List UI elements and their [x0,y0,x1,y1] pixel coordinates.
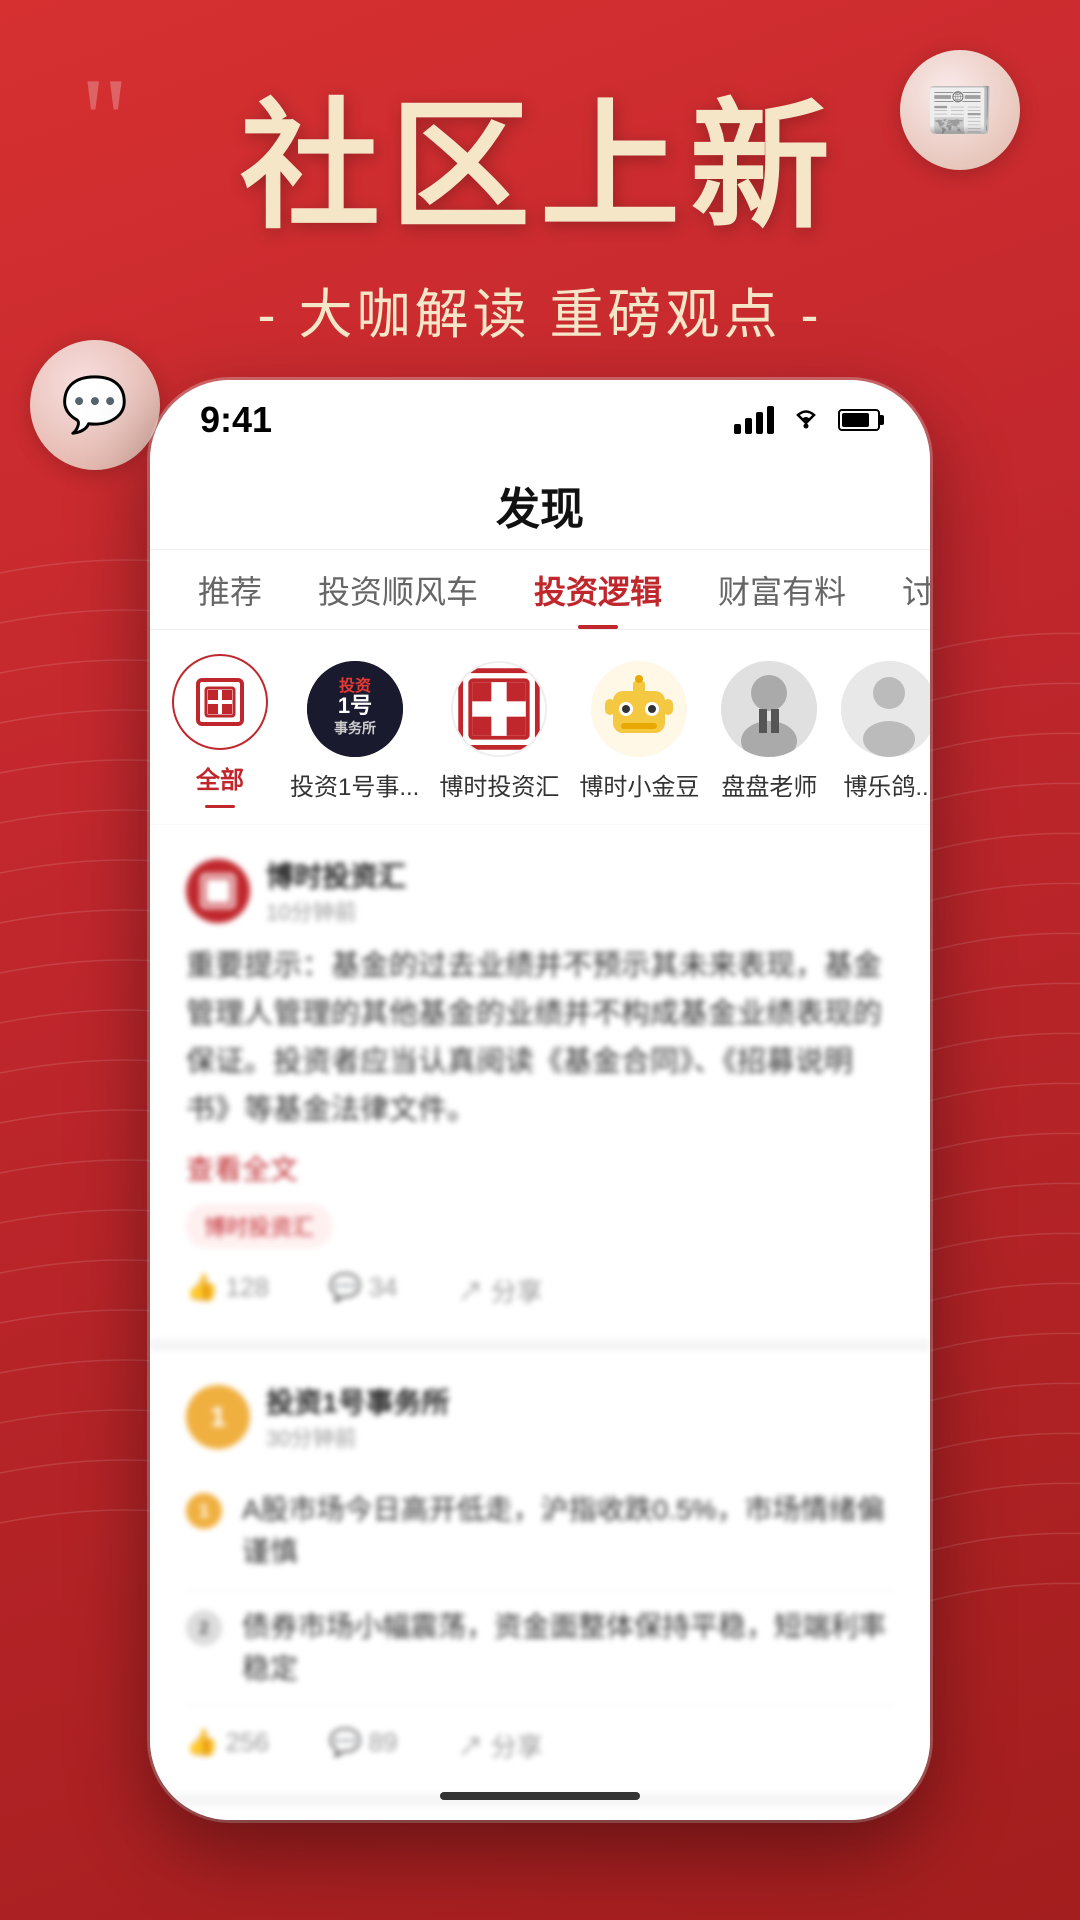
channel-5-label: 博乐鸽... [843,767,930,802]
phone-mockup: 9:41 [150,380,930,1820]
channel-2-avatar [451,661,547,757]
tab-invest-logic[interactable]: 投资逻辑 [506,550,690,629]
channel-2[interactable]: 博时投资汇 [439,661,559,802]
tab-wealth[interactable]: 财富有料 [690,550,874,629]
battery-icon [838,409,880,431]
channel-all[interactable]: 全部 [170,654,270,808]
tab-discuss[interactable]: 讨论 [874,550,930,629]
chat-bubble-glyph: 💬 [61,374,128,437]
channel-3[interactable]: 博时小金豆 [579,661,699,802]
hero-title: 社区上新 [0,90,1080,244]
status-bar: 9:41 [150,380,930,460]
channel-4-avatar [721,661,817,757]
svg-text:1号: 1号 [338,693,372,718]
status-time: 9:41 [200,399,272,441]
channel-4-label: 盘盘老师 [721,767,817,802]
channel-all-label: 全部 [196,760,244,795]
channel-5[interactable]: 博乐鸽... [839,661,930,802]
channel-1-label: 投资1号事... [290,767,419,802]
app-header: 发现 [150,460,930,550]
channel-5-avatar [841,661,930,757]
chat-bubble-decoration: 💬 [30,340,160,470]
home-indicator [440,1792,640,1800]
channel-3-avatar [591,661,687,757]
feed-item-2: 1 投资1号事务所 30分钟前 1 A股市场今日高开低走，沪指收跌0.5%，市场… [150,1351,930,1794]
channel-2-label: 博时投资汇 [439,767,559,802]
feed-item-3: 盘盘老师 · 1小时前 今日A股市场分析，各板块走势分化明显，建议投资者关注..… [150,1806,930,1820]
tab-invest-tailwind[interactable]: 投资顺风车 [290,550,506,629]
channel-4[interactable]: 盘盘老师 [719,661,819,802]
channel-3-label: 博时小金豆 [579,767,699,802]
tab-bar[interactable]: 推荐 投资顺风车 投资逻辑 财富有料 讨论 [150,550,930,630]
phone-frame: 9:41 [150,380,930,1820]
channel-all-avatar [172,654,268,750]
feed-item-1: 博时投资汇 10分钟前 重要提示：基金的过去业绩并不预示其未来表现，基金管理人管… [150,825,930,1339]
feed-container: 博时投资汇 10分钟前 重要提示：基金的过去业绩并不预示其未来表现，基金管理人管… [150,825,930,1820]
hero-subtitle: - 大咖解读 重磅观点 - [0,270,1080,349]
channel-1[interactable]: 投资 1号 事务所 投资1号事... [290,661,419,802]
app-title: 发现 [496,473,584,537]
svg-text:事务所: 事务所 [334,720,376,736]
channels-row: 全部 投资 1号 事务所 投资1号事... [150,630,930,825]
signal-icon [734,406,774,434]
status-icons [734,404,880,436]
wifi-icon [790,404,822,436]
channel-selected-indicator [205,805,235,808]
app-content: 发现 推荐 投资顺风车 投资逻辑 财富有料 讨论 [150,460,930,1820]
tab-recommend[interactable]: 推荐 [170,550,290,629]
channel-1-avatar: 投资 1号 事务所 [307,661,403,757]
